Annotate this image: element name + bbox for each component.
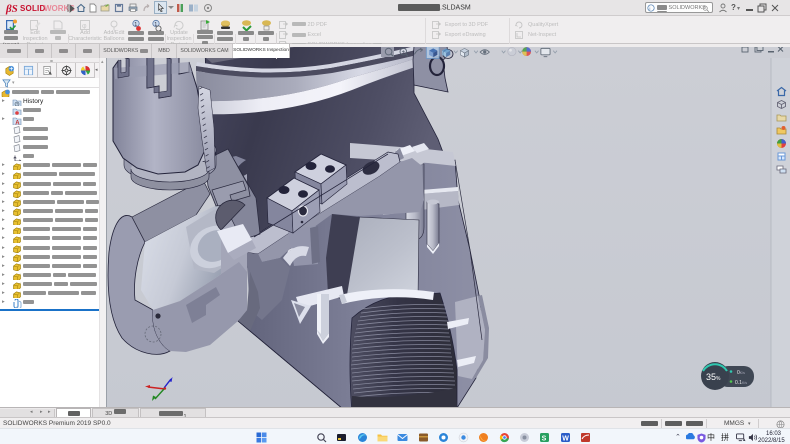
svg-text:W: W [562, 435, 569, 442]
svg-text:βS: βS [5, 3, 18, 15]
svg-text:S: S [542, 435, 547, 442]
svg-text:SOLID: SOLID [20, 4, 45, 13]
svg-text:i: i [649, 6, 650, 12]
svg-text:1: 1 [154, 22, 157, 28]
